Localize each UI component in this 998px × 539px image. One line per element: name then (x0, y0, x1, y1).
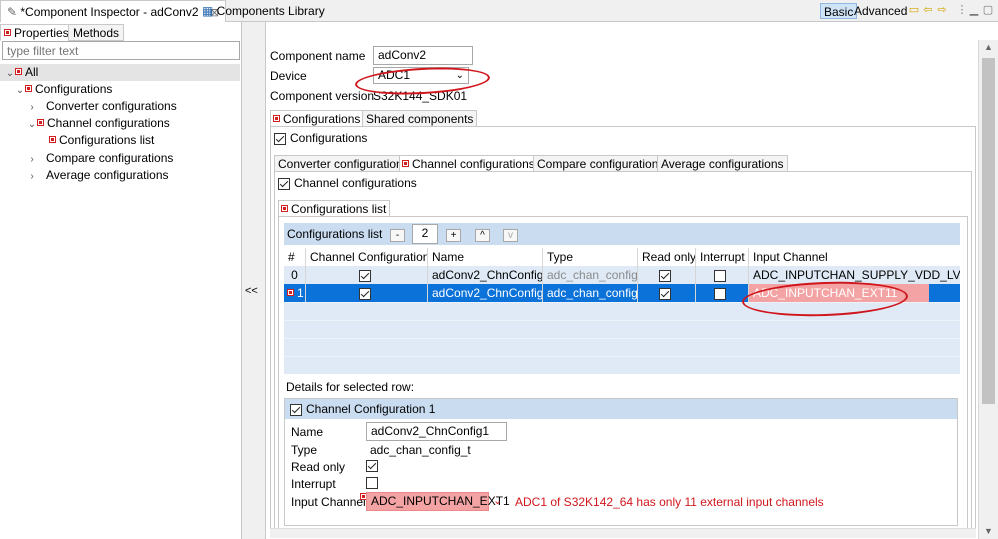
column-header[interactable]: Channel Configuration (306, 248, 428, 266)
back-icon[interactable]: ⇦ (922, 4, 934, 16)
chevron-down-icon[interactable]: ⌄ (26, 116, 38, 133)
interrupt-checkbox[interactable] (366, 476, 378, 489)
editor-tab-bar: ✎ *Component Inspector - adConv2 ⊠ ▦ Com… (0, 0, 998, 22)
interrupt-checkbox[interactable] (714, 287, 726, 300)
chevron-down-icon[interactable]: ⌄ (493, 494, 502, 507)
chevron-down-icon[interactable]: ⌄ (14, 82, 26, 99)
configurations-checkbox[interactable]: Configurations (274, 131, 367, 145)
chevron-right-icon[interactable]: › (26, 99, 38, 116)
interrupt-label: Interrupt (291, 477, 336, 491)
name-label: Name (291, 425, 324, 439)
tab-component-inspector[interactable]: ✎ *Component Inspector - adConv2 ⊠ (0, 0, 227, 22)
tree-item-configurations-list[interactable]: Configurations list (50, 132, 154, 149)
column-header[interactable]: Name (428, 248, 543, 266)
error-icon (282, 206, 287, 212)
tree-item-all[interactable]: ⌄ All (0, 64, 240, 81)
minimize-icon[interactable]: ▁ (968, 4, 980, 16)
remove-row-button[interactable]: - (390, 229, 405, 242)
tab-methods[interactable]: Methods (68, 24, 125, 41)
error-icon (274, 116, 279, 122)
error-icon (288, 290, 293, 296)
add-row-button[interactable]: + (446, 229, 461, 242)
vertical-scrollbar[interactable]: ▲ ▼ (978, 40, 998, 539)
read-only-checkbox[interactable] (658, 287, 671, 300)
configurations-list-toolbar (284, 223, 960, 245)
checkbox-icon (290, 403, 302, 416)
view-menu-icon[interactable]: ⋮ (956, 4, 968, 16)
tree-item-channel-configurations[interactable]: ⌄ Channel configurations (26, 115, 170, 132)
details-label: Details for selected row: (286, 380, 415, 394)
channel-config-checkbox[interactable] (358, 287, 371, 300)
error-icon (38, 120, 43, 126)
interrupt-checkbox[interactable] (714, 269, 726, 282)
tab-configurations[interactable]: Configurations (270, 110, 365, 126)
error-icon (50, 137, 55, 143)
tab-configurations-list[interactable]: Configurations list (278, 200, 391, 216)
channel-configuration-1-checkbox[interactable]: Channel Configuration 1 (290, 402, 435, 416)
checkbox-icon (278, 177, 290, 190)
panel-splitter[interactable]: << (242, 22, 266, 539)
component-name-label: Component name (270, 49, 366, 63)
read-only-label: Read only (291, 460, 346, 474)
maximize-icon[interactable]: ▢ (982, 4, 994, 16)
column-header[interactable]: # (284, 248, 306, 266)
component-version-label: Component version (270, 89, 375, 103)
component-name-field[interactable]: adConv2 (373, 46, 473, 65)
error-icon (26, 86, 31, 92)
scroll-down-icon[interactable]: ▼ (984, 526, 993, 536)
properties-panel: Properties Methods ⌄All ⌄ Configurations … (0, 22, 242, 539)
table-empty-row (284, 338, 960, 356)
column-header[interactable]: Read only (638, 248, 696, 266)
type-label: Type (291, 443, 318, 457)
tab-average-configurations[interactable]: Average configurations (657, 155, 788, 171)
collapse-button[interactable]: << (245, 285, 258, 297)
input-channel-select[interactable]: ADC_INPUTCHAN_EXT1 (366, 492, 510, 511)
tab-shared-components[interactable]: Shared components (362, 110, 478, 126)
column-header[interactable]: Type (543, 248, 638, 266)
chevron-right-icon[interactable]: › (26, 168, 38, 185)
horizontal-scrollbar[interactable] (270, 528, 976, 538)
device-label: Device (270, 69, 307, 83)
column-header[interactable]: Interrupt (696, 248, 749, 266)
channel-configurations-checkbox[interactable]: Channel configurations (278, 176, 417, 190)
filter-input[interactable] (2, 41, 240, 60)
move-down-button[interactable]: v (503, 229, 518, 242)
chevron-down-icon[interactable]: ⌄ (4, 65, 16, 82)
list-count-field[interactable]: 2 (412, 224, 438, 244)
note-icon[interactable]: ▭ (908, 4, 920, 16)
tab-properties[interactable]: Properties (0, 24, 74, 41)
tree-item-compare-configurations[interactable]: › Compare configurations (26, 150, 173, 167)
forward-icon[interactable]: ⇨ (936, 4, 948, 16)
scrollbar-thumb[interactable] (982, 58, 995, 404)
error-icon (16, 69, 21, 75)
checkbox-icon (274, 132, 286, 145)
tab-channel-configurations[interactable]: Channel configurations (399, 155, 539, 171)
table-empty-row (284, 320, 960, 338)
type-value: adc_chan_config_t (370, 443, 471, 457)
error-icon (403, 161, 408, 167)
channel-config-checkbox[interactable] (358, 269, 371, 282)
tree-item-converter-configurations[interactable]: › Converter configurations (26, 98, 176, 116)
scroll-up-icon[interactable]: ▲ (984, 42, 993, 52)
tree-item-configurations[interactable]: ⌄ Configurations (14, 81, 113, 99)
error-message: ADC1 of S32K142_64 has only 11 external … (515, 495, 824, 509)
name-field[interactable]: adConv2_ChnConfig1 (366, 422, 507, 441)
inspector-icon: ✎ (7, 5, 21, 19)
tab-compare-configurations[interactable]: Compare configurations (533, 155, 669, 171)
tree-item-average-configurations[interactable]: › Average configurations (26, 167, 168, 185)
error-icon (5, 30, 10, 36)
read-only-checkbox[interactable] (366, 459, 378, 472)
read-only-checkbox[interactable] (658, 269, 671, 282)
advanced-mode-button[interactable]: Advanced (851, 3, 910, 19)
tab-converter-configurations[interactable]: Converter configurations (274, 155, 413, 171)
column-header[interactable]: Input Channel (749, 248, 960, 266)
input-channel-label: Input Channel (291, 495, 366, 509)
chevron-right-icon[interactable]: › (26, 151, 38, 168)
tab-components-library[interactable]: ▦ Components Library (196, 0, 331, 22)
library-icon: ▦ (202, 4, 217, 18)
configurations-list-label: Configurations list (287, 227, 383, 241)
move-up-button[interactable]: ^ (475, 229, 490, 242)
table-empty-row (284, 356, 960, 374)
